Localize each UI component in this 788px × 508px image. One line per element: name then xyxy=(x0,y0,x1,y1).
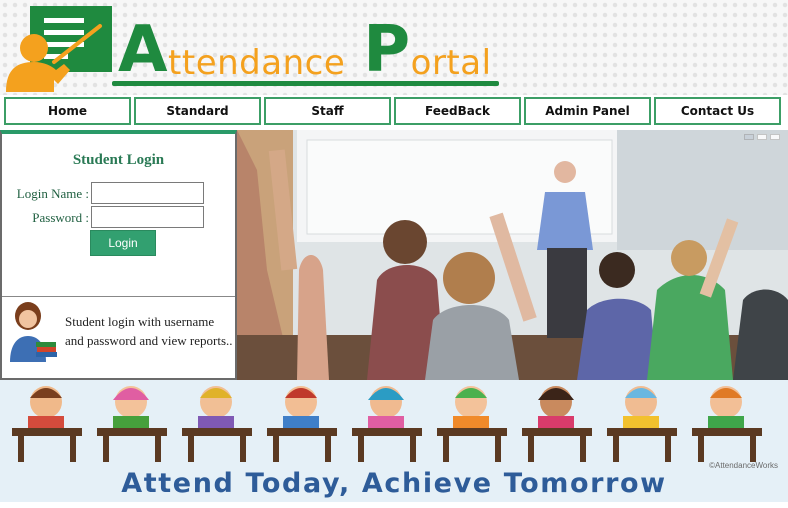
hero-slider[interactable] xyxy=(237,130,788,380)
nav-standard[interactable]: Standard xyxy=(134,97,261,125)
title-initial-a: A xyxy=(118,13,169,88)
login-name-label: Login Name : xyxy=(16,186,89,201)
banner-caption: Attend Today, Achieve Tomorrow xyxy=(121,468,667,499)
password-input[interactable] xyxy=(91,206,204,228)
title-word-portal: ortal xyxy=(410,43,492,83)
attendance-banner: ©AttendanceWorks Attend Today, Achieve T… xyxy=(0,380,788,502)
site-header: Attendance Portal xyxy=(0,0,788,95)
login-button[interactable]: Login xyxy=(90,230,156,256)
slider-dot-2[interactable] xyxy=(757,134,767,140)
title-word-attendance: ttendance xyxy=(168,43,346,83)
site-title[interactable]: Attendance Portal xyxy=(118,13,492,88)
slider-dot-1[interactable] xyxy=(744,134,754,140)
main-nav: Home Standard Staff FeedBack Admin Panel… xyxy=(0,95,788,128)
nav-feedback[interactable]: FeedBack xyxy=(394,97,521,125)
title-initial-p: P xyxy=(363,13,411,88)
login-name-input[interactable] xyxy=(91,182,204,204)
slider-indicators xyxy=(744,134,780,140)
student-login-panel: Student Login Login Name : Password : Lo… xyxy=(0,130,237,380)
nav-home[interactable]: Home xyxy=(4,97,131,125)
nav-contact-us[interactable]: Contact Us xyxy=(654,97,781,125)
student-with-books-icon xyxy=(10,302,57,362)
title-underline xyxy=(112,81,499,86)
teacher-whiteboard-icon xyxy=(6,6,112,92)
panel-divider xyxy=(2,296,235,297)
nav-staff[interactable]: Staff xyxy=(264,97,391,125)
cartoon-children-at-desks xyxy=(12,386,762,462)
login-description: Student login with username and password… xyxy=(65,314,233,348)
classroom-photo xyxy=(237,130,788,380)
login-title: Student Login xyxy=(72,152,165,168)
slider-dot-3[interactable] xyxy=(770,134,780,140)
nav-admin-panel[interactable]: Admin Panel xyxy=(524,97,651,125)
password-label: Password : xyxy=(32,210,89,225)
